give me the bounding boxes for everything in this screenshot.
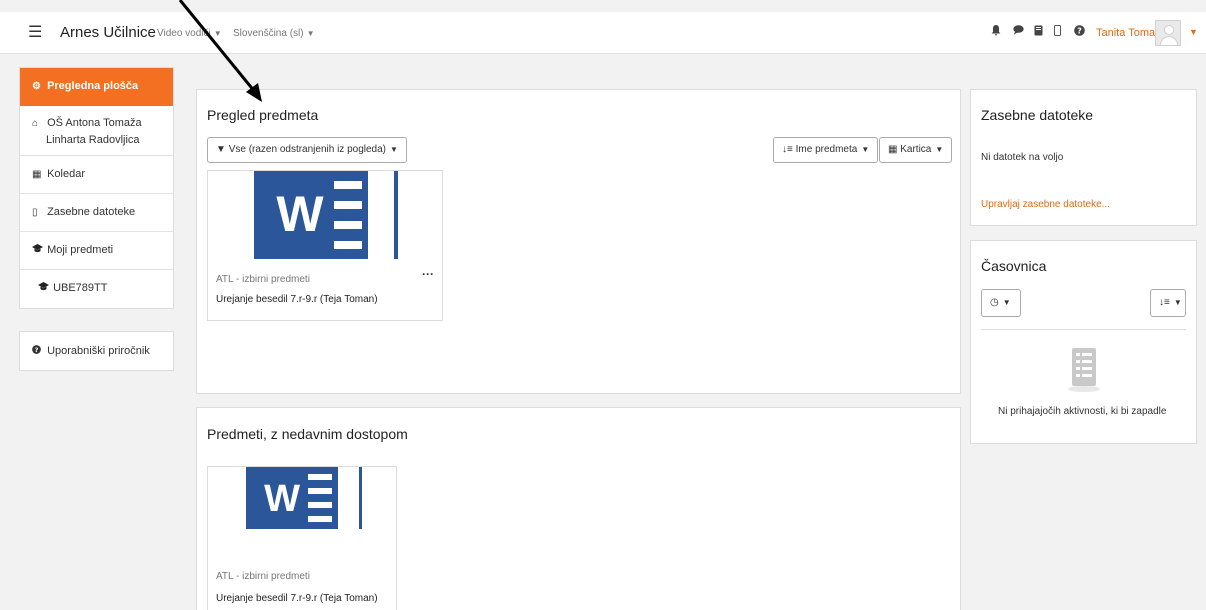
sidebar-item-label: Pregledna plošča xyxy=(47,80,139,92)
messages-bubble-icon[interactable] xyxy=(1013,25,1024,38)
sidebar-item-label-line2: Linharta Radovljica xyxy=(46,134,140,146)
more-options-icon[interactable]: ··· xyxy=(422,267,434,281)
avatar[interactable] xyxy=(1155,20,1181,46)
private-files-block: Zasebne datoteke Ni datotek na voljo Upr… xyxy=(970,89,1197,226)
question-icon: ? xyxy=(32,345,44,357)
user-name[interactable]: Tanita Toman xyxy=(1096,27,1161,39)
timeline-title: Časovnica xyxy=(981,258,1047,274)
course-category: ATL - izbirni predmeti xyxy=(216,274,310,285)
sidebar-item-user-manual[interactable]: ? Uporabniški priročnik xyxy=(19,331,174,371)
course-overview-title: Pregled predmeta xyxy=(207,107,319,123)
course-name[interactable]: Urejanje besedil 7.r-9.r (Teja Toman) xyxy=(216,593,378,604)
timeline-block: Časovnica ◷ ▼ ↓≡ ▼ Ni prihajajočih aktivno… xyxy=(970,240,1197,444)
sidebar-item-private-files[interactable]: ▯ Zasebne datoteke xyxy=(20,194,173,232)
recent-courses-block: Predmeti, z nedavnim dostopom W ATL - iz… xyxy=(196,407,961,610)
grid-icon: ▦ xyxy=(888,144,898,155)
timeline-empty-text: Ni prihajajočih aktivnosti, ki bi zapadl… xyxy=(998,406,1167,417)
word-document-icon: W xyxy=(254,171,398,259)
sidebar-item-label: Uporabniški priročnik xyxy=(47,345,150,357)
chevron-down-icon: ▼ xyxy=(213,29,222,38)
home-icon: ⌂ xyxy=(32,118,39,129)
chevron-down-icon: ▼ xyxy=(861,145,870,154)
menu-toggle-icon[interactable]: ☰ xyxy=(28,22,42,42)
svg-text:W: W xyxy=(276,186,324,242)
language-menu[interactable]: Slovenščina (sl) ▼ xyxy=(233,28,315,39)
sidebar-nav: ⚙ Pregledna plošča ⌂ OŠ Antona Tomaža Li… xyxy=(19,67,174,309)
video-guides-menu[interactable]: Video vodiči ▼ xyxy=(157,28,222,39)
book-icon[interactable] xyxy=(1034,25,1043,39)
svg-text:?: ? xyxy=(35,346,39,354)
course-overview-block: Pregled predmeta ▼ Vse (razen odstranjen… xyxy=(196,89,961,394)
private-files-title: Zasebne datoteke xyxy=(981,107,1094,123)
course-sort-dropdown[interactable]: ↓≡ Ime predmeta ▼ xyxy=(773,137,879,163)
chevron-down-icon: ▼ xyxy=(935,145,944,154)
divider xyxy=(981,329,1186,330)
notifications-bell-icon[interactable] xyxy=(991,25,1001,39)
recent-courses-title: Predmeti, z nedavnim dostopom xyxy=(207,426,408,442)
mobile-icon[interactable] xyxy=(1054,25,1061,39)
sort-icon: ↓≡ xyxy=(1159,297,1170,308)
course-filter-label: Vse (razen odstranjenih iz pogleda) xyxy=(228,144,387,155)
manage-private-files-link[interactable]: Upravljaj zasebne datoteke... xyxy=(981,199,1110,210)
private-files-empty-text: Ni datotek na voljo xyxy=(981,152,1064,163)
course-category: ATL - izbirni predmeti xyxy=(216,571,310,582)
course-view-dropdown[interactable]: ▦ Kartica ▼ xyxy=(879,137,953,163)
course-sort-label: Ime predmeta xyxy=(795,144,858,155)
course-name[interactable]: Urejanje besedil 7.r-9.r (Teja Toman) xyxy=(216,294,378,305)
chevron-down-icon: ▼ xyxy=(390,145,398,154)
word-document-icon: W xyxy=(246,467,362,529)
dashboard-icon: ⚙ xyxy=(32,81,41,92)
course-card[interactable]: W ATL - izbirni predmeti ··· Urejanje be… xyxy=(207,170,443,321)
top-navbar: ☰ Arnes Učilnice Video vodiči ▼ Slovenšči… xyxy=(0,12,1206,54)
recent-course-card[interactable]: W ATL - izbirni predmeti Urejanje besedi… xyxy=(207,466,397,610)
language-label: Slovenščina (sl) xyxy=(233,28,304,39)
course-filter-dropdown[interactable]: ▼ Vse (razen odstranjenih iz pogleda) ▼ xyxy=(207,137,407,163)
filter-icon: ▼ xyxy=(216,144,226,155)
user-menu-chevron-icon[interactable]: ▼ xyxy=(1189,27,1198,37)
site-brand[interactable]: Arnes Učilnice xyxy=(60,24,156,41)
svg-text:?: ? xyxy=(1077,26,1082,35)
course-view-label: Kartica xyxy=(900,144,932,155)
sidebar-item-label: Moji predmeti xyxy=(47,244,114,256)
chevron-down-icon: ▼ xyxy=(1173,298,1182,307)
sidebar-item-dashboard[interactable]: ⚙ Pregledna plošča xyxy=(20,68,173,106)
video-guides-label: Video vodiči xyxy=(157,28,211,39)
calendar-icon: ▦ xyxy=(32,169,42,180)
sidebar-item-school[interactable]: ⌂ OŠ Antona Tomaža Linharta Radovljica xyxy=(20,106,173,156)
sidebar-item-label: UBE789TT xyxy=(53,282,108,294)
sidebar-item-calendar[interactable]: ▦ Koledar xyxy=(20,156,173,194)
graduation-cap-icon xyxy=(38,282,50,294)
sort-icon: ↓≡ xyxy=(782,144,793,155)
empty-list-icon xyxy=(1068,348,1100,392)
sidebar-item-my-courses[interactable]: Moji predmeti xyxy=(20,232,173,270)
chevron-down-icon: ▼ xyxy=(1002,298,1011,307)
timeline-sort-dropdown[interactable]: ↓≡ ▼ xyxy=(1150,289,1186,317)
sidebar-item-course[interactable]: UBE789TT xyxy=(20,270,173,308)
clock-icon: ◷ xyxy=(990,297,999,308)
sidebar-item-label: Koledar xyxy=(47,168,85,180)
svg-text:W: W xyxy=(264,478,300,520)
file-icon: ▯ xyxy=(32,207,38,218)
help-icon[interactable]: ? xyxy=(1074,25,1085,39)
sidebar-item-label: OŠ Antona Tomaža xyxy=(47,117,142,129)
graduation-cap-icon xyxy=(32,244,44,256)
sidebar-item-label: Zasebne datoteke xyxy=(47,206,136,218)
chevron-down-icon: ▼ xyxy=(306,29,315,38)
timeline-date-filter[interactable]: ◷ ▼ xyxy=(981,289,1021,317)
